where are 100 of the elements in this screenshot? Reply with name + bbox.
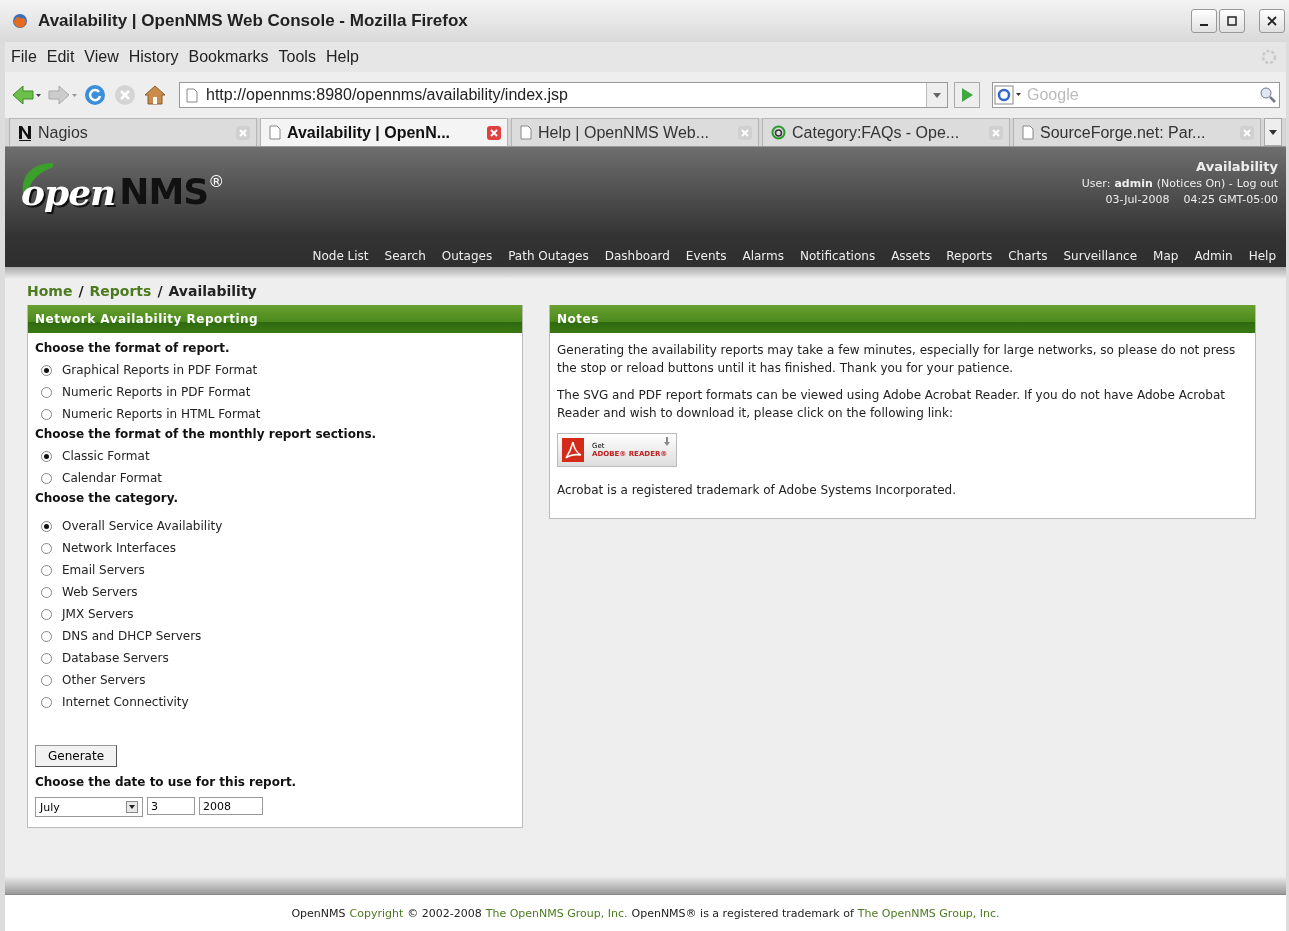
search-field[interactable]: Google: [992, 82, 1280, 108]
year-field[interactable]: 2008: [199, 797, 263, 815]
footer-link[interactable]: The OpenNMS Group, Inc.: [485, 906, 628, 920]
tab-list-button[interactable]: [1264, 118, 1282, 146]
close-icon: [1267, 16, 1277, 26]
tab-label: Nagios: [38, 123, 89, 142]
close-tab-icon[interactable]: [487, 125, 501, 140]
logout-link[interactable]: Log out: [1236, 177, 1278, 190]
nav-link[interactable]: Alarms: [742, 249, 785, 263]
user-label: User:: [1081, 177, 1111, 190]
browser-tab[interactable]: SourceForge.net: Par...: [1013, 118, 1261, 146]
menu-item[interactable]: Edit: [42, 48, 81, 66]
option-label: Database Servers: [62, 651, 169, 665]
footer-text: © 2002-2008: [407, 906, 482, 920]
browser-tab[interactable]: Nagios: [9, 118, 257, 146]
nav-link[interactable]: Surveillance: [1063, 249, 1138, 263]
footer-link[interactable]: The OpenNMS Group, Inc.: [857, 906, 1000, 920]
menu-item[interactable]: Bookmarks: [184, 48, 275, 66]
radio-button[interactable]: [41, 542, 52, 554]
panel-title: Network Availability Reporting: [28, 305, 522, 333]
radio-button[interactable]: [41, 586, 52, 598]
forward-icon[interactable]: [47, 84, 77, 106]
menu-item[interactable]: Tools: [274, 48, 322, 66]
user-name: admin: [1114, 177, 1153, 190]
radio-button[interactable]: [41, 608, 52, 620]
radio-button[interactable]: [41, 364, 52, 376]
nav-link[interactable]: Dashboard: [604, 249, 670, 263]
month-select[interactable]: July: [35, 797, 143, 817]
nav-link[interactable]: Admin: [1194, 249, 1233, 263]
browser-tab[interactable]: Category:FAQs - Ope...: [762, 118, 1010, 146]
option-label: Other Servers: [62, 673, 146, 687]
n-icon: [18, 124, 32, 141]
nav-link[interactable]: Map: [1153, 249, 1179, 263]
reload-icon[interactable]: [83, 83, 107, 107]
panel-title: Notes: [550, 305, 1255, 333]
tab-label: Help | OpenNMS Web...: [538, 123, 711, 142]
nav-link[interactable]: Assets: [891, 249, 931, 263]
go-icon[interactable]: [954, 82, 980, 108]
nav-link[interactable]: Search: [384, 249, 426, 263]
menu-item[interactable]: Help: [321, 48, 365, 66]
footer-link[interactable]: Copyright: [349, 906, 404, 920]
maximize-button[interactable]: [1219, 9, 1245, 33]
page-icon: [520, 125, 532, 140]
option-label: JMX Servers: [62, 607, 134, 621]
nav-link[interactable]: Path Outages: [508, 249, 589, 263]
minimize-icon: [1200, 24, 1208, 26]
radio-button[interactable]: [41, 408, 52, 420]
browser-tab[interactable]: Availability | OpenN...: [260, 118, 508, 146]
radio-button[interactable]: [41, 472, 52, 484]
breadcrumb-link[interactable]: Home: [27, 283, 73, 299]
footer-text: OpenNMS® is a registered trademark of: [631, 906, 854, 920]
browser-tab[interactable]: Help | OpenNMS Web...: [511, 118, 759, 146]
day-field[interactable]: 3: [147, 797, 195, 815]
option-label: Web Servers: [62, 585, 138, 599]
maximize-icon: [1227, 16, 1237, 26]
page-icon: [1022, 125, 1034, 140]
option-label: Numeric Reports in HTML Format: [62, 407, 261, 421]
minimize-button[interactable]: [1191, 9, 1217, 33]
nav-link[interactable]: Node List: [312, 249, 369, 263]
menu-item[interactable]: History: [124, 48, 185, 66]
nav-link[interactable]: Events: [685, 249, 727, 263]
menu-item[interactable]: View: [80, 48, 125, 66]
address-field[interactable]: http://opennms:8980/opennms/availability/index.jsp: [179, 82, 948, 108]
radio-button[interactable]: [41, 630, 52, 642]
radio-button[interactable]: [41, 386, 52, 398]
option-label: Internet Connectivity: [62, 695, 189, 709]
radio-button[interactable]: [41, 652, 52, 664]
close-button[interactable]: [1259, 9, 1285, 33]
option-label: Network Interfaces: [62, 541, 176, 555]
radio-button[interactable]: [41, 520, 52, 532]
breadcrumb-link[interactable]: Reports: [89, 283, 152, 299]
menu-item[interactable]: File: [7, 48, 43, 66]
option-label: Numeric Reports in PDF Format: [62, 385, 251, 399]
breadcrumb-separator: /: [78, 283, 84, 299]
search-engine-icon[interactable]: [993, 83, 1023, 107]
tab-label: Category:FAQs - Ope...: [792, 123, 961, 142]
radio-button[interactable]: [41, 564, 52, 576]
page-icon: [269, 125, 281, 140]
radio-button[interactable]: [41, 674, 52, 686]
option-label: Graphical Reports in PDF Format: [62, 363, 258, 377]
nav-link[interactable]: Notifications: [800, 249, 876, 263]
back-icon[interactable]: [11, 84, 41, 106]
nav-link[interactable]: Reports: [946, 249, 993, 263]
nav-link[interactable]: Outages: [441, 249, 493, 263]
radio-button[interactable]: [41, 696, 52, 708]
notices-status: (Notices On) -: [1156, 177, 1233, 190]
tab-label: Availability | OpenN...: [287, 123, 452, 142]
dropdown-icon: [126, 801, 138, 813]
time-text: 04:25 GMT-05:00: [1183, 193, 1278, 206]
nav-link[interactable]: Help: [1248, 249, 1276, 263]
home-icon[interactable]: [143, 83, 167, 107]
nav-link[interactable]: Charts: [1008, 249, 1048, 263]
dropdown-icon[interactable]: [926, 83, 947, 107]
generate-button[interactable]: Generate: [35, 745, 118, 767]
page-icon: [186, 87, 198, 103]
firefox-icon: [12, 13, 28, 29]
page-heading: Availability: [1196, 159, 1278, 174]
section-heading: Choose the format of the monthly report sections.: [35, 427, 378, 441]
date-text: 03-Jul-2008: [1105, 193, 1170, 206]
radio-button[interactable]: [41, 450, 52, 462]
